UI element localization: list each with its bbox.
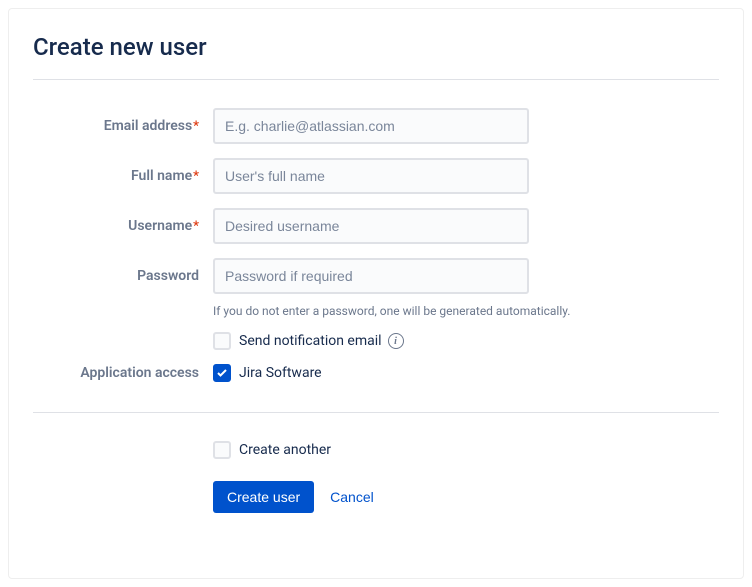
password-row: Password: [33, 258, 719, 294]
fullname-field[interactable]: [213, 158, 529, 194]
password-help: If you do not enter a password, one will…: [213, 304, 719, 318]
username-label-wrap: Username*: [33, 218, 213, 234]
fullname-label-wrap: Full name*: [33, 168, 213, 184]
create-user-button[interactable]: Create user: [213, 481, 314, 513]
jira-software-checkbox[interactable]: [213, 364, 231, 382]
button-row: Create user Cancel: [213, 481, 719, 513]
fullname-row: Full name*: [33, 158, 719, 194]
create-another-row: Create another: [213, 441, 719, 459]
email-label: Email address: [104, 118, 192, 134]
app-access-label: Application access: [33, 365, 213, 381]
required-asterisk: *: [193, 119, 199, 134]
cancel-button[interactable]: Cancel: [326, 481, 378, 513]
username-field[interactable]: [213, 208, 529, 244]
email-row: Email address*: [33, 108, 719, 144]
required-asterisk: *: [193, 169, 199, 184]
fullname-label: Full name: [131, 168, 192, 184]
app-access-row: Application access Jira Software: [33, 364, 719, 382]
required-asterisk: *: [193, 219, 199, 234]
email-label-wrap: Email address*: [33, 118, 213, 134]
create-another-label: Create another: [239, 442, 331, 458]
username-row: Username*: [33, 208, 719, 244]
send-notification-label: Send notification email: [239, 333, 382, 349]
password-label: Password: [137, 268, 199, 284]
password-label-wrap: Password: [33, 268, 213, 284]
send-notification-row: Send notification email i: [213, 332, 719, 350]
divider-bottom: [33, 412, 719, 413]
create-another-checkbox[interactable]: [213, 441, 231, 459]
send-notification-checkbox[interactable]: [213, 332, 231, 350]
email-field[interactable]: [213, 108, 529, 144]
username-label: Username: [128, 218, 192, 234]
create-user-card: Create new user Email address* Full name…: [8, 8, 744, 579]
divider-top: [33, 79, 719, 80]
check-icon: [216, 367, 228, 379]
jira-software-label: Jira Software: [239, 365, 322, 381]
info-icon[interactable]: i: [388, 333, 404, 349]
password-field[interactable]: [213, 258, 529, 294]
page-title: Create new user: [33, 33, 719, 61]
